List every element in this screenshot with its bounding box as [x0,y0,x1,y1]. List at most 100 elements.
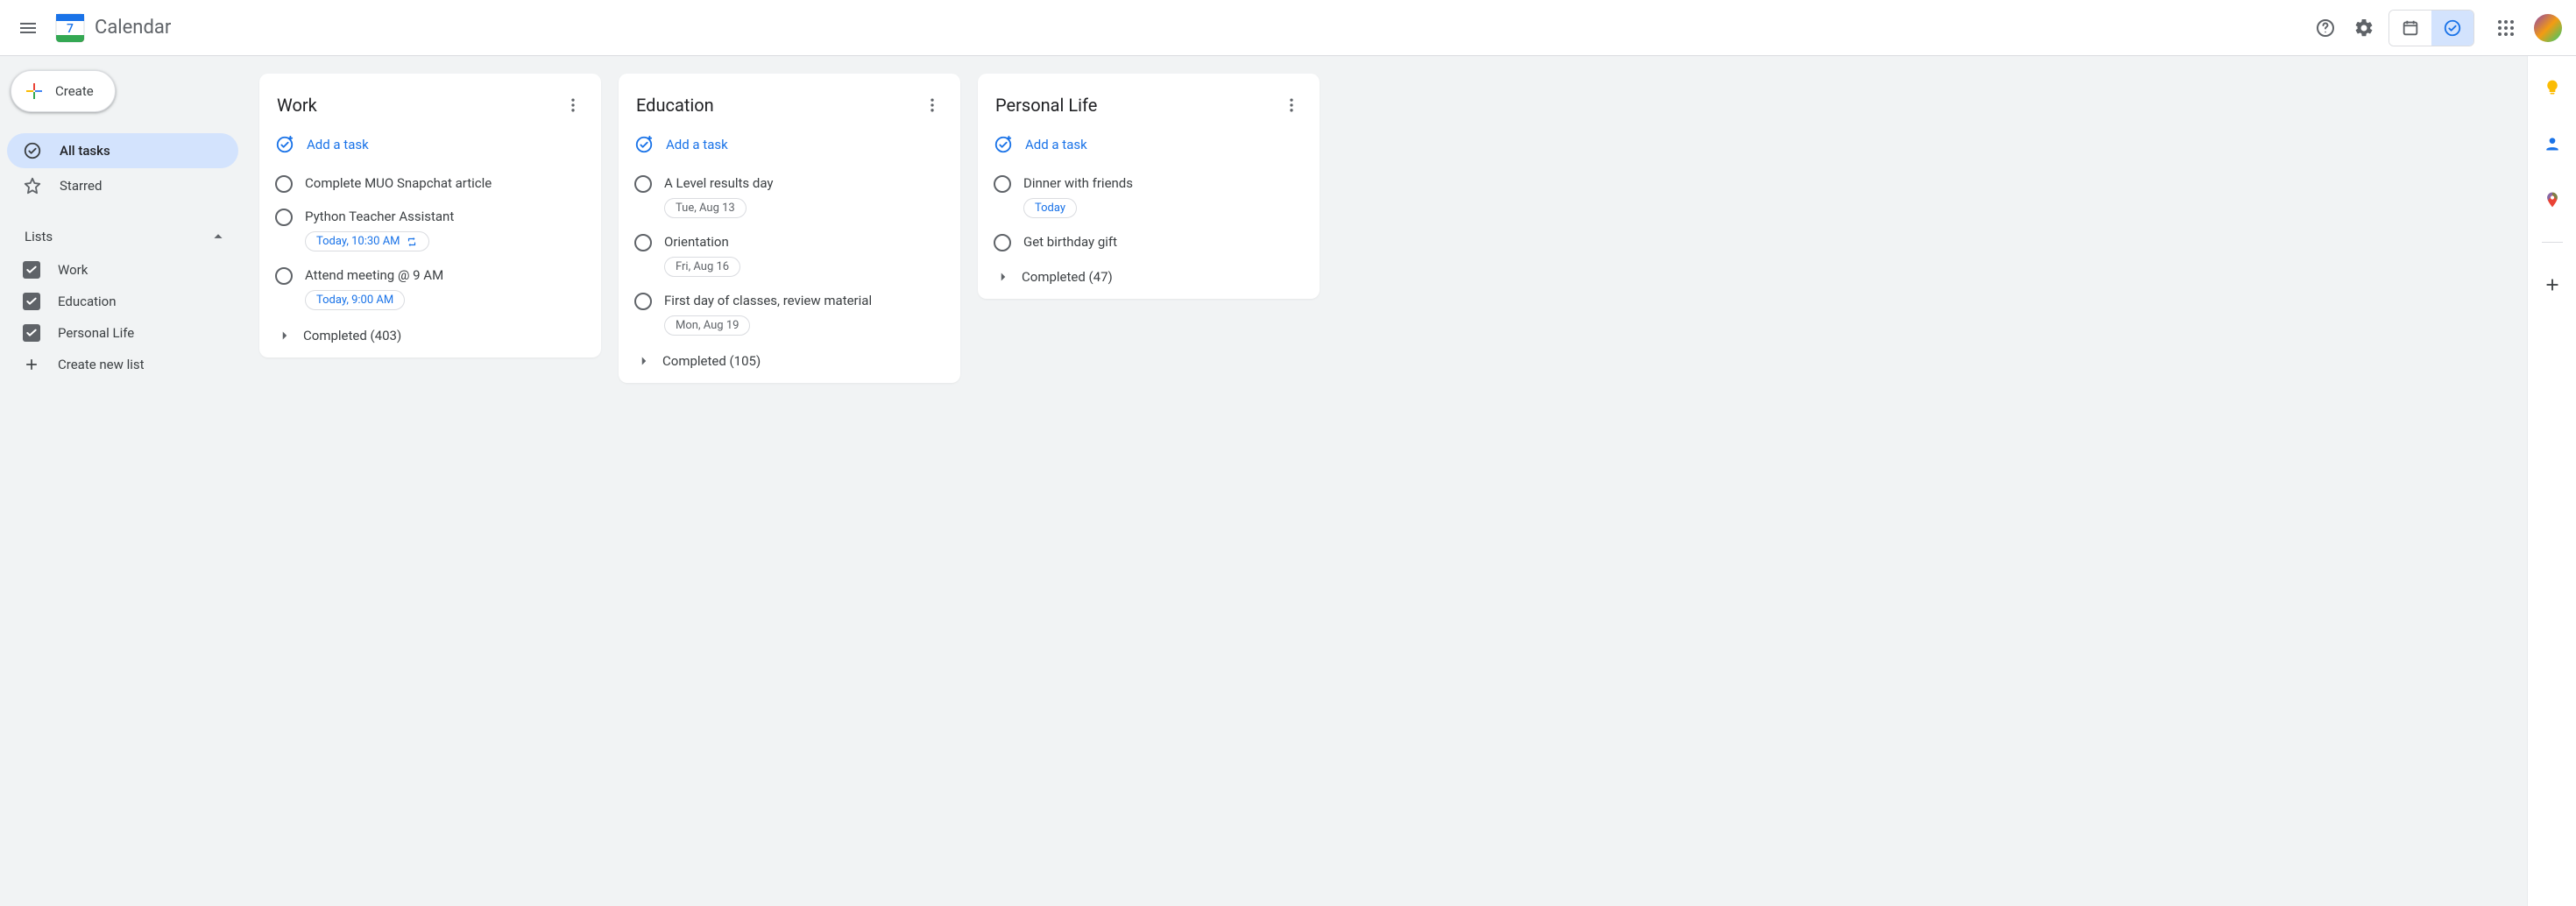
task-row[interactable]: Orientation Fri, Aug 16 [619,225,960,284]
sidebar: Create All tasks Starred Lists Work Educ… [0,56,245,906]
pill-text: Tue, Aug 13 [676,202,735,215]
keep-button[interactable] [2535,70,2570,105]
task-row[interactable]: A Level results day Tue, Aug 13 [619,166,960,225]
lists-label: Lists [25,229,53,244]
sidebar-starred[interactable]: Starred [7,168,238,203]
sidebar-all-tasks[interactable]: All tasks [7,133,238,168]
add-task-label: Add a task [307,137,369,152]
task-row[interactable]: Complete MUO Snapchat article [259,166,601,200]
column-title: Personal Life [995,95,1097,116]
hamburger-icon [18,18,39,39]
list-item-personal[interactable]: Personal Life [7,317,238,349]
add-task-icon [275,135,294,154]
check-circle-icon [2443,18,2462,38]
more-vert-icon [924,96,941,114]
checkbox-checked-icon[interactable] [23,293,40,310]
get-addons-button[interactable] [2535,267,2570,302]
gear-icon [2353,18,2374,39]
task-column: Work Add a task Complete MUO Snapchat ar… [259,74,601,357]
column-menu-button[interactable] [918,91,946,119]
task-complete-toggle[interactable] [994,175,1011,193]
board-area: Work Add a task Complete MUO Snapchat ar… [245,56,2527,906]
maps-button[interactable] [2535,182,2570,217]
divider [2542,242,2563,243]
task-column: Education Add a task A Level results day… [619,74,960,383]
calendar-view-button[interactable] [2389,11,2431,46]
list-label: Personal Life [58,325,134,341]
keep-icon [2544,79,2561,96]
task-title: Attend meeting @ 9 AM [305,265,584,285]
task-complete-toggle[interactable] [634,293,652,310]
column-menu-button[interactable] [559,91,587,119]
add-task-icon [994,135,1013,154]
all-tasks-label: All tasks [60,143,110,159]
add-task-button[interactable]: Add a task [619,126,960,166]
task-date-pill[interactable]: Today, 10:30 AM [305,231,429,251]
add-task-button[interactable]: Add a task [259,126,601,166]
column-title: Work [277,95,317,116]
column-title: Education [636,95,714,116]
person-icon [2544,135,2561,152]
list-label: Education [58,294,117,309]
task-title: Python Teacher Assistant [305,207,584,226]
calendar-icon [2401,18,2420,38]
task-title: Dinner with friends [1023,173,1302,193]
header: 7 Calendar [0,0,2576,56]
task-complete-toggle[interactable] [275,175,293,193]
check-circle-icon [23,141,42,160]
repeat-icon [406,236,418,248]
more-vert-icon [1283,96,1300,114]
task-complete-toggle[interactable] [275,209,293,226]
chevron-right-icon [636,353,652,369]
star-icon [23,176,42,195]
checkbox-checked-icon[interactable] [23,261,40,279]
lists-section-header[interactable]: Lists [7,219,238,254]
task-date-pill[interactable]: Fri, Aug 16 [664,257,740,277]
completed-toggle[interactable]: Completed (47) [978,258,1320,288]
main-menu-button[interactable] [7,7,49,49]
maps-pin-icon [2544,191,2561,209]
pill-text: Today [1035,202,1065,215]
create-button[interactable]: Create [11,70,116,112]
task-complete-toggle[interactable] [994,234,1011,251]
account-avatar[interactable] [2534,14,2562,42]
google-apps-button[interactable] [2488,11,2523,46]
chevron-up-icon [209,227,228,246]
more-vert-icon [564,96,582,114]
task-complete-toggle[interactable] [634,234,652,251]
completed-toggle[interactable]: Completed (105) [619,343,960,372]
task-row[interactable]: Python Teacher Assistant Today, 10:30 AM [259,200,601,258]
list-item-education[interactable]: Education [7,286,238,317]
task-complete-toggle[interactable] [275,267,293,285]
create-new-list[interactable]: Create new list [7,349,238,380]
contacts-button[interactable] [2535,126,2570,161]
task-date-pill[interactable]: Mon, Aug 19 [664,315,750,336]
task-complete-toggle[interactable] [634,175,652,193]
create-list-label: Create new list [58,357,145,372]
task-row[interactable]: Attend meeting @ 9 AM Today, 9:00 AM [259,258,601,317]
support-button[interactable] [2308,11,2343,46]
task-row[interactable]: Get birthday gift [978,225,1320,258]
task-column: Personal Life Add a task Dinner with fri… [978,74,1320,299]
create-label: Create [55,83,94,99]
task-title: Complete MUO Snapchat article [305,173,584,193]
list-item-work[interactable]: Work [7,254,238,286]
completed-toggle[interactable]: Completed (403) [259,317,601,347]
apps-grid-icon [2495,18,2516,39]
task-row[interactable]: First day of classes, review material Mo… [619,284,960,343]
plus-multicolor-icon [24,81,45,102]
add-task-label: Add a task [1025,137,1087,152]
pill-text: Today, 9:00 AM [316,294,393,307]
settings-button[interactable] [2346,11,2381,46]
add-task-button[interactable]: Add a task [978,126,1320,166]
task-date-pill[interactable]: Today [1023,198,1077,218]
pill-text: Mon, Aug 19 [676,319,739,332]
side-panel [2527,56,2576,906]
column-menu-button[interactable] [1277,91,1306,119]
task-row[interactable]: Dinner with friends Today [978,166,1320,225]
tasks-view-button[interactable] [2431,11,2473,46]
task-date-pill[interactable]: Tue, Aug 13 [664,198,747,218]
checkbox-checked-icon[interactable] [23,324,40,342]
completed-label: Completed (403) [303,328,401,343]
task-date-pill[interactable]: Today, 9:00 AM [305,290,405,310]
